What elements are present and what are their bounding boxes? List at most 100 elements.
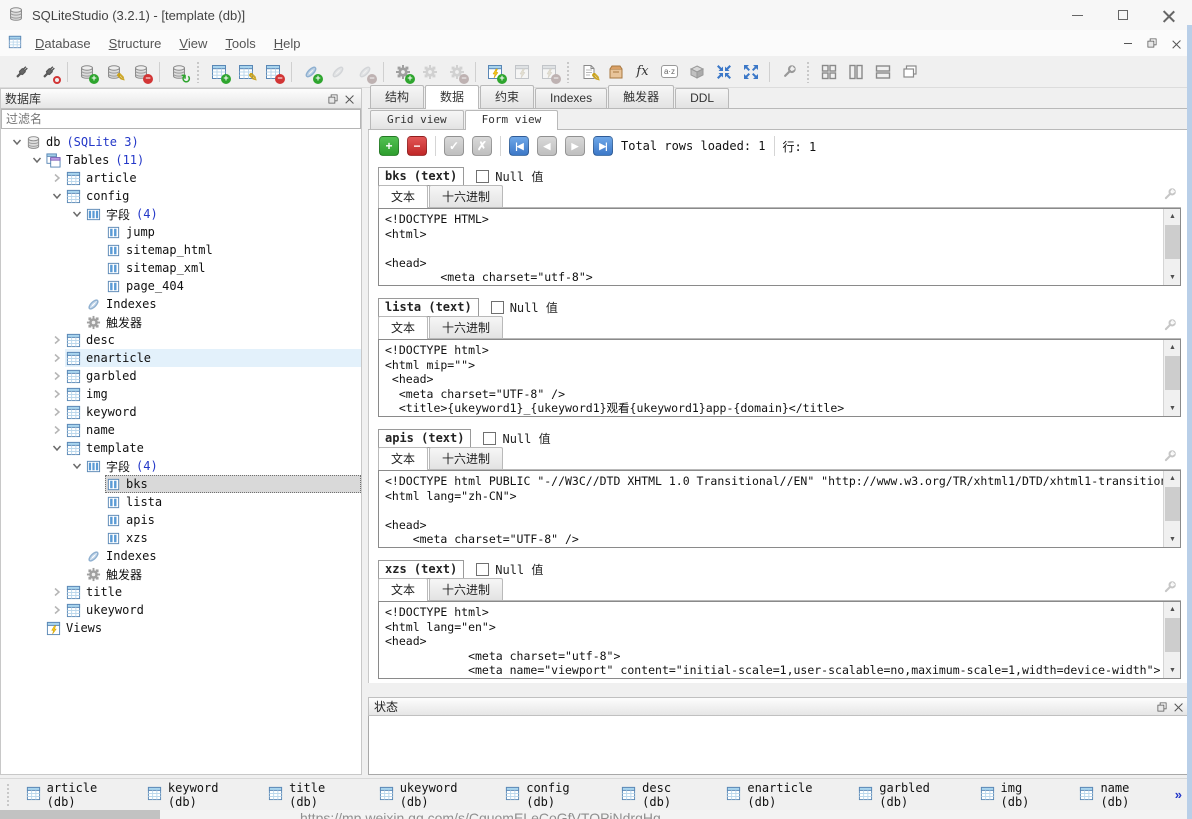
- configuration-icon[interactable]: [775, 59, 802, 85]
- custom-functions-icon[interactable]: fx: [629, 59, 656, 85]
- tree-item-page_404[interactable]: page_404: [1, 277, 361, 295]
- tab-hex[interactable]: 十六进制: [429, 447, 503, 469]
- closed-chevron-icon[interactable]: [49, 422, 65, 438]
- scrollbar[interactable]: ▲ ▼: [1163, 340, 1180, 416]
- tree-item-db[interactable]: db (SQLite 3): [1, 133, 361, 151]
- menu-tools[interactable]: Tools: [216, 33, 264, 54]
- mdi-tile-icon[interactable]: [815, 59, 842, 85]
- edit-database-icon[interactable]: ✎: [100, 59, 127, 85]
- tree-item-Indexes[interactable]: Indexes: [1, 547, 361, 565]
- mdi-cascade-icon[interactable]: [896, 59, 923, 85]
- remove-view-icon[interactable]: −: [535, 59, 562, 85]
- float-status-icon[interactable]: [1154, 700, 1170, 714]
- open-chevron-icon[interactable]: [69, 206, 85, 222]
- toolbar-grip[interactable]: [196, 61, 201, 83]
- taskbar-tab-name[interactable]: name (db): [1069, 777, 1152, 813]
- remove-index-icon[interactable]: −: [351, 59, 378, 85]
- float-panel-icon[interactable]: [325, 92, 341, 106]
- closed-chevron-icon[interactable]: [49, 584, 65, 600]
- tree-item-title[interactable]: title: [1, 583, 361, 601]
- tab-数据[interactable]: 数据: [425, 85, 479, 109]
- edit-value-icon[interactable]: [1162, 449, 1177, 467]
- scroll-up-icon[interactable]: ▲: [1164, 602, 1181, 617]
- scroll-down-icon[interactable]: ▼: [1164, 532, 1181, 547]
- first-row-button[interactable]: |◀: [509, 136, 529, 156]
- remove-trigger-icon[interactable]: −: [443, 59, 470, 85]
- open-chevron-icon[interactable]: [9, 134, 25, 150]
- tree-item-article[interactable]: article: [1, 169, 361, 187]
- taskbar-tab-enarticle[interactable]: enarticle (db): [716, 777, 826, 813]
- tree-item-Views[interactable]: Views: [1, 619, 361, 637]
- scrollbar[interactable]: ▲ ▼: [1163, 471, 1180, 547]
- tree-filter-input[interactable]: [1, 109, 361, 129]
- edit-value-icon[interactable]: [1162, 318, 1177, 336]
- tile-expand-icon[interactable]: [737, 59, 764, 85]
- taskbar-tab-desc[interactable]: desc (db): [611, 777, 694, 813]
- tree-item-name[interactable]: name: [1, 421, 361, 439]
- closed-chevron-icon[interactable]: [49, 368, 65, 384]
- menu-help[interactable]: Help: [265, 33, 310, 54]
- edit-view-icon[interactable]: [508, 59, 535, 85]
- scrollbar[interactable]: ▲ ▼: [1163, 602, 1180, 678]
- tree-item-ukeyword[interactable]: ukeyword: [1, 601, 361, 619]
- tree-item-Tables[interactable]: Tables (11): [1, 151, 361, 169]
- edit-table-icon[interactable]: ✎: [232, 59, 259, 85]
- tree-item-Indexes[interactable]: Indexes: [1, 295, 361, 313]
- scroll-down-icon[interactable]: ▼: [1164, 270, 1181, 285]
- taskbar-overflow-button[interactable]: »: [1175, 787, 1182, 802]
- scroll-thumb[interactable]: [1165, 225, 1180, 259]
- closed-chevron-icon[interactable]: [49, 386, 65, 402]
- edit-value-icon[interactable]: [1162, 187, 1177, 205]
- scroll-thumb[interactable]: [1165, 487, 1180, 521]
- taskbar-tab-garbled[interactable]: garbled (db): [848, 777, 947, 813]
- closed-chevron-icon[interactable]: [49, 404, 65, 420]
- taskbar-tab-img[interactable]: img (db): [970, 777, 1048, 813]
- edit-trigger-icon[interactable]: [416, 59, 443, 85]
- scroll-down-icon[interactable]: ▼: [1164, 663, 1181, 678]
- add-trigger-icon[interactable]: +: [389, 59, 416, 85]
- tab-结构[interactable]: 结构: [370, 85, 424, 108]
- close-button[interactable]: [1146, 0, 1192, 30]
- tab-text[interactable]: 文本: [378, 316, 428, 339]
- open-chevron-icon[interactable]: [49, 188, 65, 204]
- tab-text[interactable]: 文本: [378, 578, 428, 601]
- tree-item-config[interactable]: config: [1, 187, 361, 205]
- tile-shrink-icon[interactable]: [710, 59, 737, 85]
- tab-form-view[interactable]: Form view: [465, 110, 559, 130]
- tree-item-img[interactable]: img: [1, 385, 361, 403]
- menu-structure[interactable]: Structure: [100, 33, 171, 54]
- extensions-icon[interactable]: [683, 59, 710, 85]
- toolbar-grip[interactable]: [806, 61, 811, 83]
- tab-约束[interactable]: 约束: [480, 85, 534, 108]
- tree-item-template[interactable]: template: [1, 439, 361, 457]
- open-sql-editor-icon[interactable]: ✎: [575, 59, 602, 85]
- closed-chevron-icon[interactable]: [49, 332, 65, 348]
- rollback-row-button[interactable]: ✗: [472, 136, 492, 156]
- scroll-up-icon[interactable]: ▲: [1164, 340, 1181, 355]
- closed-chevron-icon[interactable]: [49, 170, 65, 186]
- close-status-icon[interactable]: [1170, 700, 1186, 714]
- tab-DDL[interactable]: DDL: [675, 88, 729, 108]
- taskbar-tab-title[interactable]: title (db): [258, 777, 347, 813]
- add-row-button[interactable]: +: [379, 136, 399, 156]
- null-checkbox[interactable]: [483, 432, 496, 445]
- tab-hex[interactable]: 十六进制: [429, 316, 503, 338]
- taskbar-tab-article[interactable]: article (db): [16, 777, 115, 813]
- disconnect-icon[interactable]: [35, 59, 62, 85]
- tree-item-enarticle[interactable]: enarticle: [1, 349, 361, 367]
- field-value-editor[interactable]: <!DOCTYPE html> <html lang="en"> <head> …: [378, 601, 1181, 679]
- tab-hex[interactable]: 十六进制: [429, 185, 503, 207]
- tab-触发器[interactable]: 触发器: [608, 85, 674, 108]
- delete-row-button[interactable]: −: [407, 136, 427, 156]
- field-value-editor[interactable]: <!DOCTYPE html> <html mip=""> <head> <me…: [378, 339, 1181, 417]
- tab-text[interactable]: 文本: [378, 447, 428, 470]
- tab-grid-view[interactable]: Grid view: [370, 110, 464, 129]
- close-panel-icon[interactable]: [341, 92, 357, 106]
- remove-database-icon[interactable]: −: [127, 59, 154, 85]
- toolbar-grip[interactable]: [566, 61, 571, 83]
- menu-view[interactable]: View: [170, 33, 216, 54]
- tab-hex[interactable]: 十六进制: [429, 578, 503, 600]
- add-database-icon[interactable]: +: [73, 59, 100, 85]
- mdi-minimize-button[interactable]: [1118, 34, 1138, 52]
- field-value-editor[interactable]: <!DOCTYPE HTML> <html> <head> <meta char…: [378, 208, 1181, 286]
